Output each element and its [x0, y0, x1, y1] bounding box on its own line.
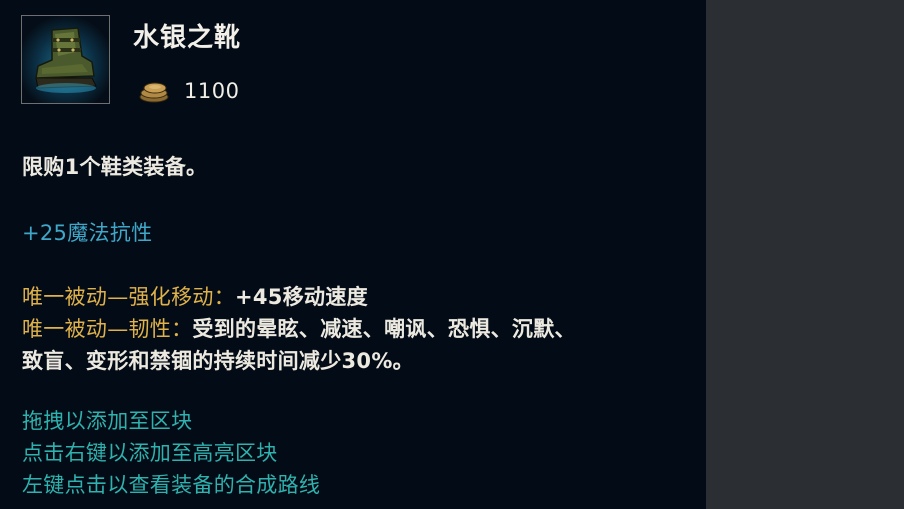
- gold-coins-icon: [139, 82, 169, 103]
- passive-text: +45移动速度: [235, 285, 368, 309]
- hint-right-click: 点击右键以添加至高亮区块: [22, 441, 278, 465]
- passive-tenacity: 唯一被动—韧性：受到的晕眩、减速、嘲讽、恐惧、沉默、: [22, 315, 576, 343]
- side-panel: [706, 0, 904, 509]
- mercury-boots-icon[interactable]: [21, 15, 110, 104]
- passive-label: 唯一被动—强化移动：: [22, 285, 235, 309]
- purchase-limit-text: 限购1个鞋类装备。: [22, 155, 208, 179]
- magic-resist-stat: +25魔法抗性: [22, 221, 153, 245]
- item-name: 水银之靴: [133, 23, 242, 53]
- item-tooltip: 水银之靴 1100 限购1个鞋类装备。 +25魔法抗性 唯一被动—强化移动：+4…: [0, 0, 706, 509]
- passive-text: 受到的晕眩、减速、嘲讽、恐惧、沉默、: [192, 317, 576, 341]
- passive-label: 唯一被动—韧性：: [22, 317, 193, 341]
- passive-tenacity-continued: 致盲、变形和禁锢的持续时间减少30%。: [22, 349, 414, 373]
- passive-enhanced-movement: 唯一被动—强化移动：+45移动速度: [22, 283, 368, 311]
- cost-value: 1100: [184, 79, 240, 103]
- hint-left-click: 左键点击以查看装备的合成路线: [22, 473, 321, 497]
- item-cost: 1100: [138, 76, 239, 106]
- hint-drag: 拖拽以添加至区块: [22, 409, 193, 433]
